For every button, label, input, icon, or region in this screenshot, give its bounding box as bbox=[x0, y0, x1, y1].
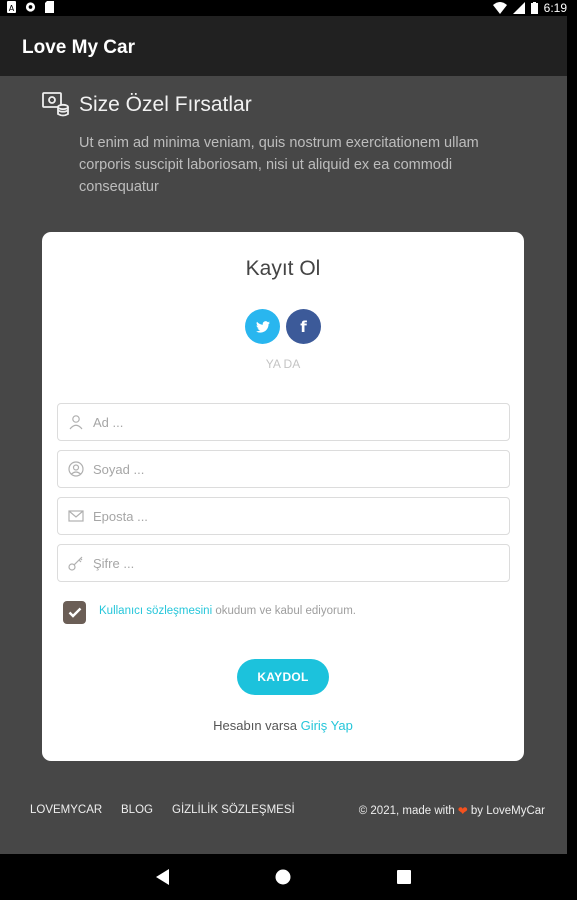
footer-link-lovemycar[interactable]: LOVEMYCAR bbox=[30, 804, 102, 816]
footer: LOVEMYCAR BLOG GİZLİLİK SÖZLEŞMESİ © 202… bbox=[0, 804, 567, 824]
navigation-bar bbox=[0, 854, 577, 900]
agreement-checkbox[interactable] bbox=[63, 601, 86, 624]
main-content[interactable]: Size Özel Fırsatlar Ut enim ad minima ve… bbox=[0, 76, 567, 854]
recents-button[interactable] bbox=[395, 868, 413, 886]
agreement-label: okudum ve kabul ediyorum. bbox=[212, 605, 356, 617]
register-card: Kayıt Ol f YA DA Kullanıcı sözleşmes bbox=[42, 232, 524, 761]
email-input[interactable] bbox=[93, 498, 498, 534]
login-line: Hesabın varsa Giriş Yap bbox=[42, 718, 524, 733]
svg-text:A: A bbox=[9, 4, 15, 13]
promo-title: Size Özel Fırsatlar bbox=[79, 93, 252, 116]
register-title: Kayıt Ol bbox=[245, 257, 321, 280]
copyright-suffix: by LoveMyCar bbox=[470, 805, 545, 817]
copyright: © 2021, made with ❤ by LoveMyCar bbox=[359, 804, 545, 818]
side-strip bbox=[567, 16, 577, 854]
name-input[interactable] bbox=[93, 404, 498, 440]
sd-card-icon bbox=[45, 1, 54, 13]
envelope-icon bbox=[68, 510, 84, 522]
signal-icon bbox=[512, 2, 525, 14]
footer-link-privacy[interactable]: GİZLİLİK SÖZLEŞMESİ bbox=[172, 804, 295, 816]
settings-notification-icon bbox=[25, 2, 36, 12]
register-button[interactable]: KAYDOL bbox=[237, 659, 329, 695]
user-circle-icon bbox=[68, 461, 84, 477]
recents-icon bbox=[397, 870, 411, 884]
back-button[interactable] bbox=[154, 868, 172, 886]
user-icon bbox=[69, 415, 83, 430]
surname-field[interactable] bbox=[57, 450, 510, 488]
back-icon bbox=[156, 869, 169, 885]
key-icon bbox=[68, 556, 83, 571]
home-button[interactable] bbox=[274, 868, 292, 886]
password-field[interactable] bbox=[57, 544, 510, 582]
login-prompt: Hesabın varsa bbox=[213, 718, 301, 733]
copyright-prefix: © 2021, made with bbox=[358, 805, 455, 817]
wifi-icon bbox=[492, 2, 507, 14]
status-time: 6:19 bbox=[543, 1, 567, 15]
battery-icon bbox=[530, 2, 538, 14]
heart-icon: ❤ bbox=[457, 804, 468, 818]
twitter-icon bbox=[255, 320, 270, 333]
surname-input[interactable] bbox=[93, 451, 498, 487]
facebook-button[interactable]: f bbox=[286, 309, 321, 344]
facebook-icon: f bbox=[300, 317, 307, 336]
agreement-text: Kullanıcı sözleşmesini okudum ve kabul e… bbox=[99, 605, 356, 617]
notification-icons: A bbox=[6, 1, 55, 13]
status-bar: A 6:19 bbox=[0, 0, 577, 16]
login-link[interactable]: Giriş Yap bbox=[301, 718, 353, 733]
app-title: Love My Car bbox=[22, 37, 135, 58]
or-divider: YA DA bbox=[265, 357, 301, 371]
footer-link-blog[interactable]: BLOG bbox=[121, 804, 153, 816]
name-field[interactable] bbox=[57, 403, 510, 441]
home-icon bbox=[275, 869, 291, 885]
user-agreement-link[interactable]: Kullanıcı sözleşmesini bbox=[99, 605, 212, 617]
app-bar: Love My Car bbox=[0, 16, 567, 76]
password-input[interactable] bbox=[93, 545, 498, 581]
promo-text: Ut enim ad minima veniam, quis nostrum e… bbox=[79, 135, 479, 195]
check-icon bbox=[68, 607, 81, 618]
app-notification-icon: A bbox=[7, 1, 16, 13]
email-field[interactable] bbox=[57, 497, 510, 535]
twitter-button[interactable] bbox=[245, 309, 280, 344]
offer-icon bbox=[42, 92, 69, 117]
